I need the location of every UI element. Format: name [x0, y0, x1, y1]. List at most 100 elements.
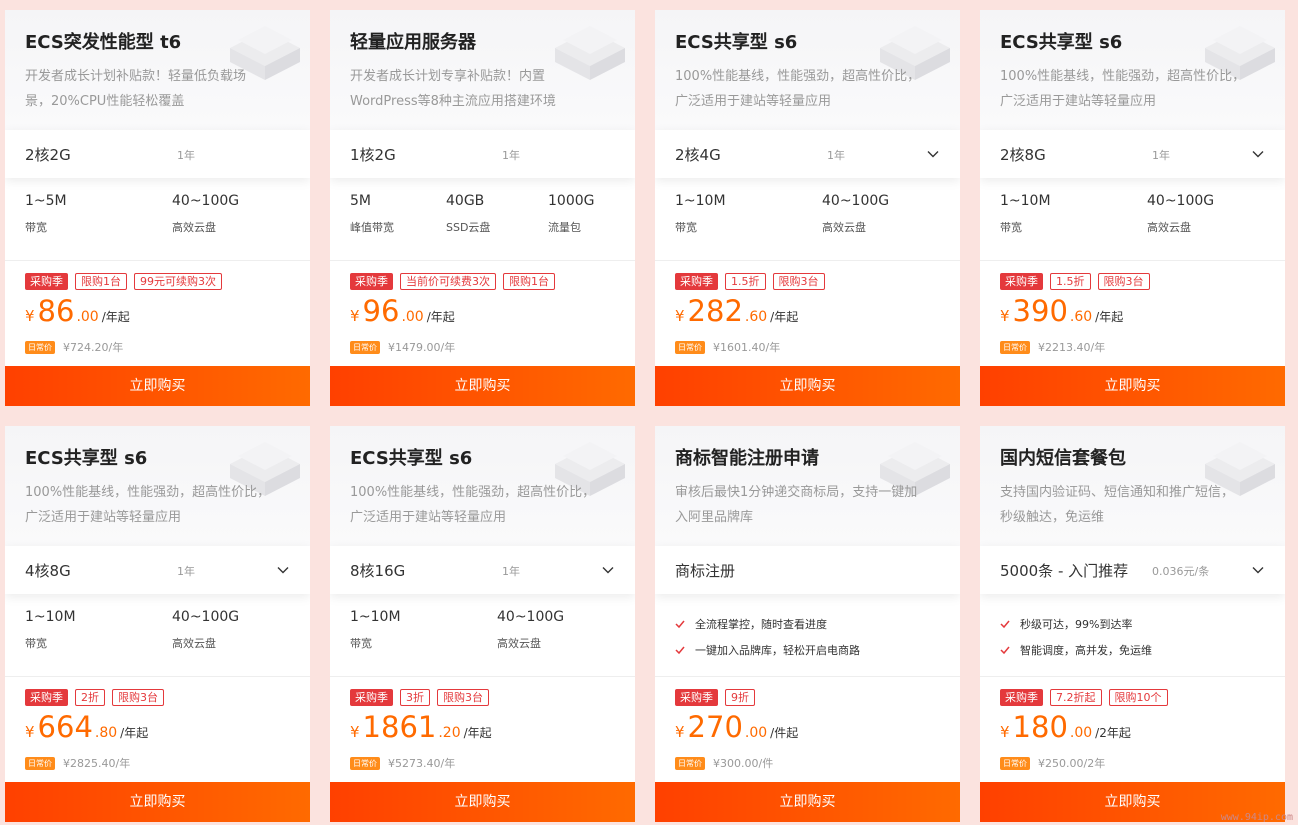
feature-item: 1~10M 带宽	[350, 609, 401, 651]
spec-period: 1年	[177, 565, 195, 578]
price-decimal: .20	[438, 725, 461, 741]
feature-checklist: 秒级可达，99%到达率 智能调度，高并发，免运维	[1000, 611, 1152, 663]
spec-selector: 商标注册	[655, 546, 960, 594]
feature-label: 流量包	[548, 221, 581, 234]
card-description-line: 开发者成长计划专享补贴款！内置	[350, 69, 546, 84]
divider	[980, 260, 1285, 261]
regular-price-badge: 日常价	[675, 756, 705, 770]
buy-now-button[interactable]: 立即购买	[980, 366, 1285, 406]
promo-tag: 采购季	[1000, 689, 1043, 706]
price-decimal: .60	[1069, 309, 1093, 325]
buy-now-button[interactable]: 立即购买	[5, 782, 310, 822]
price: ¥390.60/年起	[1000, 294, 1123, 328]
chevron-down-icon[interactable]	[276, 563, 290, 577]
feature-item: 1~10M 带宽	[675, 193, 726, 235]
divider	[5, 676, 310, 677]
feature-item: 40~100G 高效云盘	[172, 609, 239, 651]
card-title: ECS突发性能型 t6	[25, 32, 182, 53]
spec-selector[interactable]: 4核8G 1年	[5, 546, 310, 594]
price-unit: /年起	[426, 310, 455, 324]
promo-tag: 限购10个	[1108, 689, 1168, 706]
card-title: ECS共享型 s6	[350, 448, 473, 469]
product-card: ECS共享型 s6 100%性能基线，性能强劲，超高性价比， 广泛适用于建站等轻量应…	[655, 10, 960, 406]
price-unit: /年起	[101, 310, 130, 324]
spec-selector: 1核2G 1年	[330, 130, 635, 178]
card-title: ECS共享型 s6	[1000, 32, 1123, 53]
chevron-down-icon[interactable]	[1251, 563, 1265, 577]
checklist-text: 一键加入品牌库，轻松开启电商路	[695, 644, 860, 657]
spec-selector[interactable]: 5000条 - 入门推荐 0.036元/条	[980, 546, 1285, 594]
promo-tag: 采购季	[25, 689, 68, 706]
divider	[980, 676, 1285, 677]
price: ¥1861.20/年起	[350, 710, 492, 744]
promo-tag: 限购3台	[1097, 273, 1150, 290]
feature-value: 1000G	[548, 193, 595, 209]
regular-price-badge: 日常价	[1000, 340, 1030, 354]
feature-value: 5M	[350, 193, 371, 209]
chevron-down-icon[interactable]	[601, 563, 615, 577]
price: ¥270.00/件起	[675, 710, 798, 744]
price-decimal: .00	[76, 309, 99, 325]
price-integer: 282	[687, 294, 743, 328]
promo-tag: 采购季	[675, 273, 718, 290]
card-title: 商标智能注册申请	[675, 448, 819, 469]
promo-tag: 7.2折起	[1050, 689, 1102, 706]
feature-value: 40GB	[446, 193, 485, 209]
price: ¥96.00/年起	[350, 294, 455, 328]
spec-selector[interactable]: 8核16G 1年	[330, 546, 635, 594]
promo-tags: 采购季 3折 限购3台	[350, 689, 489, 706]
promo-tags: 采购季 9折	[675, 689, 755, 706]
regular-price-badge: 日常价	[350, 756, 380, 770]
promo-tag: 采购季	[350, 689, 393, 706]
feature-label: 高效云盘	[822, 221, 866, 234]
price-integer: 1861	[362, 710, 437, 744]
regular-price-value: ¥250.00/2年	[1038, 757, 1106, 770]
divider	[330, 260, 635, 261]
feature-item: 40GB SSD云盘	[446, 193, 490, 235]
product-card: 国内短信套餐包 支持国内验证码、短信通知和推广短信， 秒级触达，免运维 5000条 -…	[980, 426, 1285, 822]
promo-tag: 9折	[725, 689, 755, 706]
buy-now-button[interactable]: 立即购买	[5, 366, 310, 406]
checklist-item: 全流程掌控，随时查看进度	[675, 611, 860, 637]
price-decimal: .80	[94, 725, 118, 741]
price: ¥664.80/年起	[25, 710, 148, 744]
price-currency: ¥	[25, 307, 35, 325]
feature-label: 高效云盘	[1147, 221, 1191, 234]
divider	[5, 260, 310, 261]
spec-selector[interactable]: 2核4G 1年	[655, 130, 960, 178]
promo-tag: 限购3台	[772, 273, 825, 290]
regular-price-value: ¥2825.40/年	[63, 757, 131, 770]
price-integer: 96	[362, 294, 400, 328]
feature-label: 带宽	[25, 637, 47, 650]
buy-now-button[interactable]: 立即购买	[655, 782, 960, 822]
spec-label: 2核8G	[1000, 146, 1046, 164]
product-card: 轻量应用服务器 开发者成长计划专享补贴款！内置 WordPress等8种主流应用搭建…	[330, 10, 635, 406]
card-description-line: 100%性能基线，性能强劲，超高性价比，	[675, 69, 921, 84]
card-description-line: 景，20%CPU性能轻松覆盖	[25, 94, 185, 109]
regular-price-badge: 日常价	[25, 756, 55, 770]
spec-period: 1年	[177, 149, 195, 162]
regular-price: 日常价 ¥5273.40/年	[350, 755, 455, 771]
price-currency: ¥	[25, 723, 35, 741]
spec-period: 1年	[502, 565, 520, 578]
promo-tag: 1.5折	[725, 273, 766, 290]
check-icon	[675, 620, 685, 629]
spec-selector[interactable]: 2核8G 1年	[980, 130, 1285, 178]
spec-label: 1核2G	[350, 146, 396, 164]
price-decimal: .00	[1069, 725, 1093, 741]
chevron-down-icon[interactable]	[926, 147, 940, 161]
promo-tag: 限购1台	[503, 273, 555, 290]
spec-label: 商标注册	[675, 562, 736, 580]
buy-now-button[interactable]: 立即购买	[655, 366, 960, 406]
card-description-line: 审核后最快1分钟递交商标局，支持一键加	[675, 485, 918, 500]
spec-period: 1年	[827, 149, 845, 162]
price: ¥86.00/年起	[25, 294, 130, 328]
price-unit: /2年起	[1095, 726, 1131, 740]
regular-price-value: ¥2213.40/年	[1038, 341, 1106, 354]
spec-label: 2核2G	[25, 146, 71, 164]
regular-price-badge: 日常价	[350, 340, 380, 354]
feature-label: 带宽	[675, 221, 697, 234]
buy-now-button[interactable]: 立即购买	[330, 366, 635, 406]
chevron-down-icon[interactable]	[1251, 147, 1265, 161]
buy-now-button[interactable]: 立即购买	[330, 782, 635, 822]
